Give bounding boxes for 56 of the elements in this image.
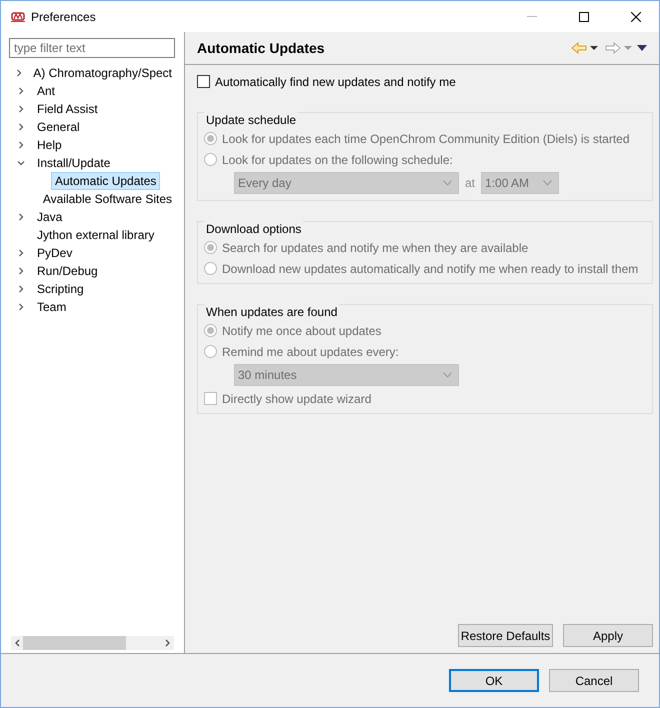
caret-icon [543, 180, 552, 186]
checkbox-label: Directly show update wizard [222, 392, 372, 406]
radio-label: Look for updates on the following schedule: [222, 152, 453, 166]
group-title: Update schedule [204, 112, 298, 128]
group-title: Download options [204, 221, 304, 237]
tree-item[interactable]: General [33, 118, 84, 136]
at-label: at [465, 176, 476, 190]
chevron-right-icon[interactable] [17, 303, 25, 311]
apply-button[interactable]: Apply [563, 624, 653, 647]
tree-item[interactable]: Automatic Updates [51, 172, 160, 190]
chevron-right-icon[interactable] [17, 141, 25, 149]
scroll-left-icon[interactable] [14, 639, 20, 647]
radio-label: Notify me once about updates [222, 324, 382, 338]
chevron-right-icon[interactable] [15, 69, 24, 77]
view-menu-icon[interactable] [635, 44, 649, 52]
tree-item[interactable]: Run/Debug [33, 262, 102, 280]
group-title: When updates are found [204, 304, 340, 320]
tree-item[interactable]: Available Software Sites [38, 190, 176, 208]
chevron-right-icon[interactable] [17, 249, 25, 257]
tree-item[interactable]: Jython external library [33, 226, 158, 244]
ok-button[interactable]: OK [449, 669, 539, 692]
radio-label: Remind me about updates every: [222, 344, 399, 358]
checkbox-label: Automatically find new updates and notify me [215, 74, 456, 88]
chevron-right-icon[interactable] [17, 285, 25, 293]
radio-label: Look for updates each time OpenChrom Community Edition (Diels) is started [222, 132, 630, 146]
cancel-button[interactable]: Cancel [549, 669, 639, 692]
caret-icon [443, 372, 452, 378]
tree-item[interactable]: Field Assist [33, 100, 102, 118]
close-icon [631, 12, 641, 22]
chevron-right-icon[interactable] [17, 105, 25, 113]
tree-item[interactable]: A) Chromatography/Spect [29, 64, 176, 82]
radio-label: Search for updates and notify me when they are available [222, 240, 528, 254]
page-title: Automatic Updates [197, 40, 326, 56]
tree-item[interactable]: Ant [33, 82, 60, 100]
app-logo-icon [11, 12, 25, 22]
chevron-right-icon[interactable] [17, 87, 25, 95]
caret-icon [443, 180, 452, 186]
chevron-right-icon[interactable] [17, 123, 25, 131]
tree-item[interactable]: Scripting [33, 280, 88, 298]
tree-item[interactable]: Install/Update [33, 154, 114, 172]
checkbox[interactable] [197, 75, 210, 88]
window-title: Preferences [31, 10, 97, 24]
restore-defaults-button[interactable]: Restore Defaults [458, 624, 553, 647]
tree-item[interactable]: Team [33, 298, 70, 316]
tree-item[interactable]: Java [33, 208, 66, 226]
scroll-right-icon[interactable] [165, 639, 171, 647]
chevron-right-icon[interactable] [17, 267, 25, 275]
maximize-icon [579, 12, 589, 22]
filter-field[interactable]: type filter text [9, 38, 175, 58]
minimize-icon [527, 16, 537, 17]
tree-item[interactable]: PyDev [33, 244, 76, 262]
chevron-down-icon[interactable] [17, 159, 25, 167]
chevron-right-icon[interactable] [17, 213, 25, 221]
horizontal-scrollbar[interactable] [11, 636, 174, 650]
radio-label: Download new updates automatically and notify me when ready to install them [222, 262, 638, 276]
tree-item[interactable]: Help [33, 136, 66, 154]
